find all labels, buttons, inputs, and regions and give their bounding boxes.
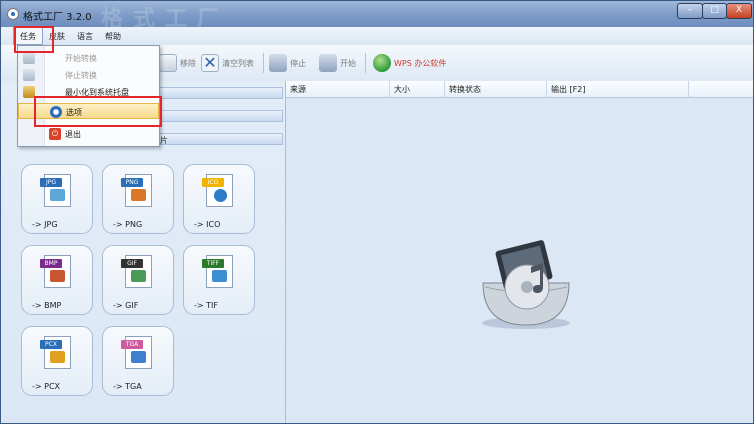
tile-pcx[interactable]: PCX -> PCX	[21, 326, 93, 396]
stop-button[interactable]: 停止	[269, 53, 306, 73]
column-divider[interactable]	[389, 81, 390, 97]
column-source[interactable]: 来源	[290, 84, 306, 95]
menu-item-stop-convert[interactable]: 停止转换	[18, 67, 159, 83]
toolbar-separator	[263, 53, 264, 73]
clear-list-label: 清空列表	[222, 58, 254, 68]
remove-icon	[159, 54, 177, 72]
menu-item-label: 退出	[65, 130, 81, 139]
info-icon	[214, 189, 227, 202]
picture-icon	[50, 270, 65, 282]
start-button[interactable]: 开始	[319, 53, 356, 73]
pcx-file-icon: PCX	[40, 336, 71, 369]
column-status[interactable]: 转换状态	[449, 84, 481, 95]
start-icon	[319, 54, 337, 72]
menu-item-label: 停止转换	[65, 71, 97, 80]
tile-label: -> TGA	[113, 382, 142, 391]
tile-tga[interactable]: TGA -> TGA	[102, 326, 174, 396]
tile-png[interactable]: PNG -> PNG	[102, 164, 174, 234]
picture-icon	[131, 351, 146, 363]
highlight-box-task-menu	[14, 26, 54, 53]
clear-list-button[interactable]: ✕ 清空列表	[201, 53, 254, 73]
tile-tag: PCX	[40, 340, 62, 349]
column-divider[interactable]	[688, 81, 689, 97]
menu-language[interactable]: 语言	[77, 31, 93, 42]
menu-bar: 任务 皮肤 语言 帮助	[1, 27, 753, 46]
tile-label: -> JPG	[32, 220, 58, 229]
tile-tag: ICO	[202, 178, 224, 187]
maximize-button[interactable]: □	[702, 3, 727, 19]
toolbar-separator	[365, 53, 366, 73]
tile-tag: PNG	[121, 178, 143, 187]
tile-tag: JPG	[40, 178, 62, 187]
tile-label: -> TIF	[194, 301, 218, 310]
remove-label: 移除	[180, 58, 196, 68]
window-title: 格式工厂 3.2.0	[23, 12, 92, 23]
menu-item-label: 开始转换	[65, 54, 97, 63]
column-header-row: 来源 大小 转换状态 输出 [F2]	[286, 81, 753, 98]
wps-button[interactable]: WPS 办公软件	[373, 53, 446, 73]
jpg-file-icon: JPG	[40, 174, 71, 207]
app-window: 格式工厂 3.2.0 格式工厂 – □ X 任务 皮肤 语言 帮助 移除 ✕ 清…	[0, 0, 754, 424]
tile-bmp[interactable]: BMP -> BMP	[21, 245, 93, 315]
stop-label: 停止	[290, 58, 306, 68]
column-output[interactable]: 输出 [F2]	[551, 84, 585, 95]
column-divider[interactable]	[444, 81, 445, 97]
tile-tag: GIF	[121, 259, 143, 268]
tile-tag: TGA	[121, 340, 143, 349]
minimize-button[interactable]: –	[677, 3, 703, 19]
bmp-file-icon: BMP	[40, 255, 71, 288]
wps-globe-icon	[373, 54, 391, 72]
tile-gif[interactable]: GIF -> GIF	[102, 245, 174, 315]
tile-label: -> GIF	[113, 301, 139, 310]
start-convert-icon	[23, 52, 35, 64]
tile-tif[interactable]: TIFF -> TIF	[183, 245, 255, 315]
tga-file-icon: TGA	[121, 336, 152, 369]
exit-icon: ⏻	[49, 128, 61, 140]
menu-item-exit[interactable]: ⏻ 退出	[18, 126, 159, 142]
tile-label: -> BMP	[32, 301, 62, 310]
close-button[interactable]: X	[726, 3, 752, 19]
title-bar[interactable]: 格式工厂 3.2.0 格式工厂 – □ X	[1, 1, 753, 32]
app-logo-icon[interactable]	[7, 8, 19, 20]
column-divider[interactable]	[546, 81, 547, 97]
stop-convert-icon	[23, 69, 35, 81]
tile-ico[interactable]: ICO -> ICO	[183, 164, 255, 234]
picture-icon	[50, 189, 65, 201]
start-label: 开始	[340, 58, 356, 68]
tile-label: -> ICO	[194, 220, 221, 229]
stop-icon	[269, 54, 287, 72]
wps-label: WPS 办公软件	[394, 58, 447, 68]
remove-button[interactable]: 移除	[159, 53, 196, 73]
tile-label: -> PCX	[32, 382, 61, 391]
tile-tag: BMP	[40, 259, 62, 268]
clear-list-icon: ✕	[201, 54, 219, 72]
picture-icon	[50, 351, 65, 363]
gif-file-icon: GIF	[121, 255, 152, 288]
column-size[interactable]: 大小	[394, 84, 410, 95]
tif-file-icon: TIFF	[202, 255, 233, 288]
menu-help[interactable]: 帮助	[105, 31, 121, 42]
tile-label: -> PNG	[113, 220, 143, 229]
picture-icon	[212, 270, 227, 282]
tile-jpg[interactable]: JPG -> JPG	[21, 164, 93, 234]
png-file-icon: PNG	[121, 174, 152, 207]
picture-icon	[131, 189, 146, 201]
highlight-box-options	[34, 96, 162, 127]
tile-tag: TIFF	[202, 259, 224, 268]
picture-icon	[131, 270, 146, 282]
ico-file-icon: ICO	[202, 174, 233, 207]
format-factory-logo-icon	[482, 240, 570, 329]
